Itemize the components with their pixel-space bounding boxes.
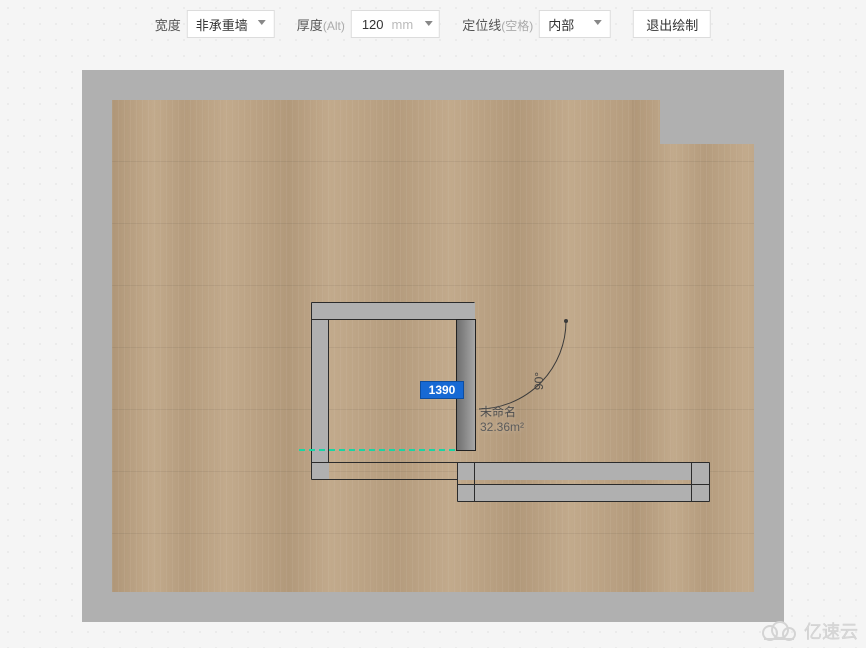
exit-drawing-label: 退出绘制	[646, 15, 698, 34]
baseline-group: 定位线(空格) 内部	[462, 10, 611, 38]
thickness-label: 厚度(Alt)	[297, 15, 345, 34]
thickness-group: 厚度(Alt) 120 mm	[297, 10, 440, 38]
thickness-unit: mm	[392, 17, 414, 32]
width-label: 宽度	[155, 15, 181, 34]
room-label: 未命名 32.36m²	[480, 405, 524, 435]
baseline-select[interactable]: 内部	[539, 10, 611, 38]
width-value: 非承重墙	[196, 15, 248, 34]
room-area: 32.36m²	[480, 420, 524, 435]
inner-wall-step-h2[interactable]	[457, 484, 709, 502]
baseline-label: 定位线(空格)	[462, 15, 533, 34]
width-group: 宽度 非承重墙	[155, 10, 275, 38]
inner-wall-top[interactable]	[311, 302, 475, 320]
dimension-input[interactable]: 1390	[420, 381, 464, 399]
caret-down-icon	[258, 20, 266, 26]
alignment-guide	[299, 449, 475, 451]
thickness-value: 120	[362, 17, 384, 32]
width-select[interactable]: 非承重墙	[187, 10, 275, 38]
baseline-value: 内部	[548, 15, 574, 34]
thickness-input[interactable]: 120 mm	[351, 10, 440, 38]
room-floor	[112, 100, 754, 592]
watermark-text: 亿速云	[804, 618, 858, 644]
room-name: 未命名	[480, 405, 524, 420]
watermark-logo: 亿速云	[758, 618, 858, 644]
dimension-value: 1390	[429, 383, 456, 397]
cloud-icon	[758, 619, 798, 643]
exit-drawing-button[interactable]: 退出绘制	[633, 10, 711, 38]
inner-wall-step-h[interactable]	[457, 462, 709, 480]
caret-down-icon	[594, 20, 602, 26]
inner-wall-left[interactable]	[311, 302, 329, 480]
floorplan-canvas[interactable]: 1390 90° 未命名 32.36m²	[82, 70, 784, 622]
caret-down-icon	[425, 21, 433, 27]
drawing-toolbar: 宽度 非承重墙 厚度(Alt) 120 mm 定位线(空格) 内部	[155, 10, 711, 38]
